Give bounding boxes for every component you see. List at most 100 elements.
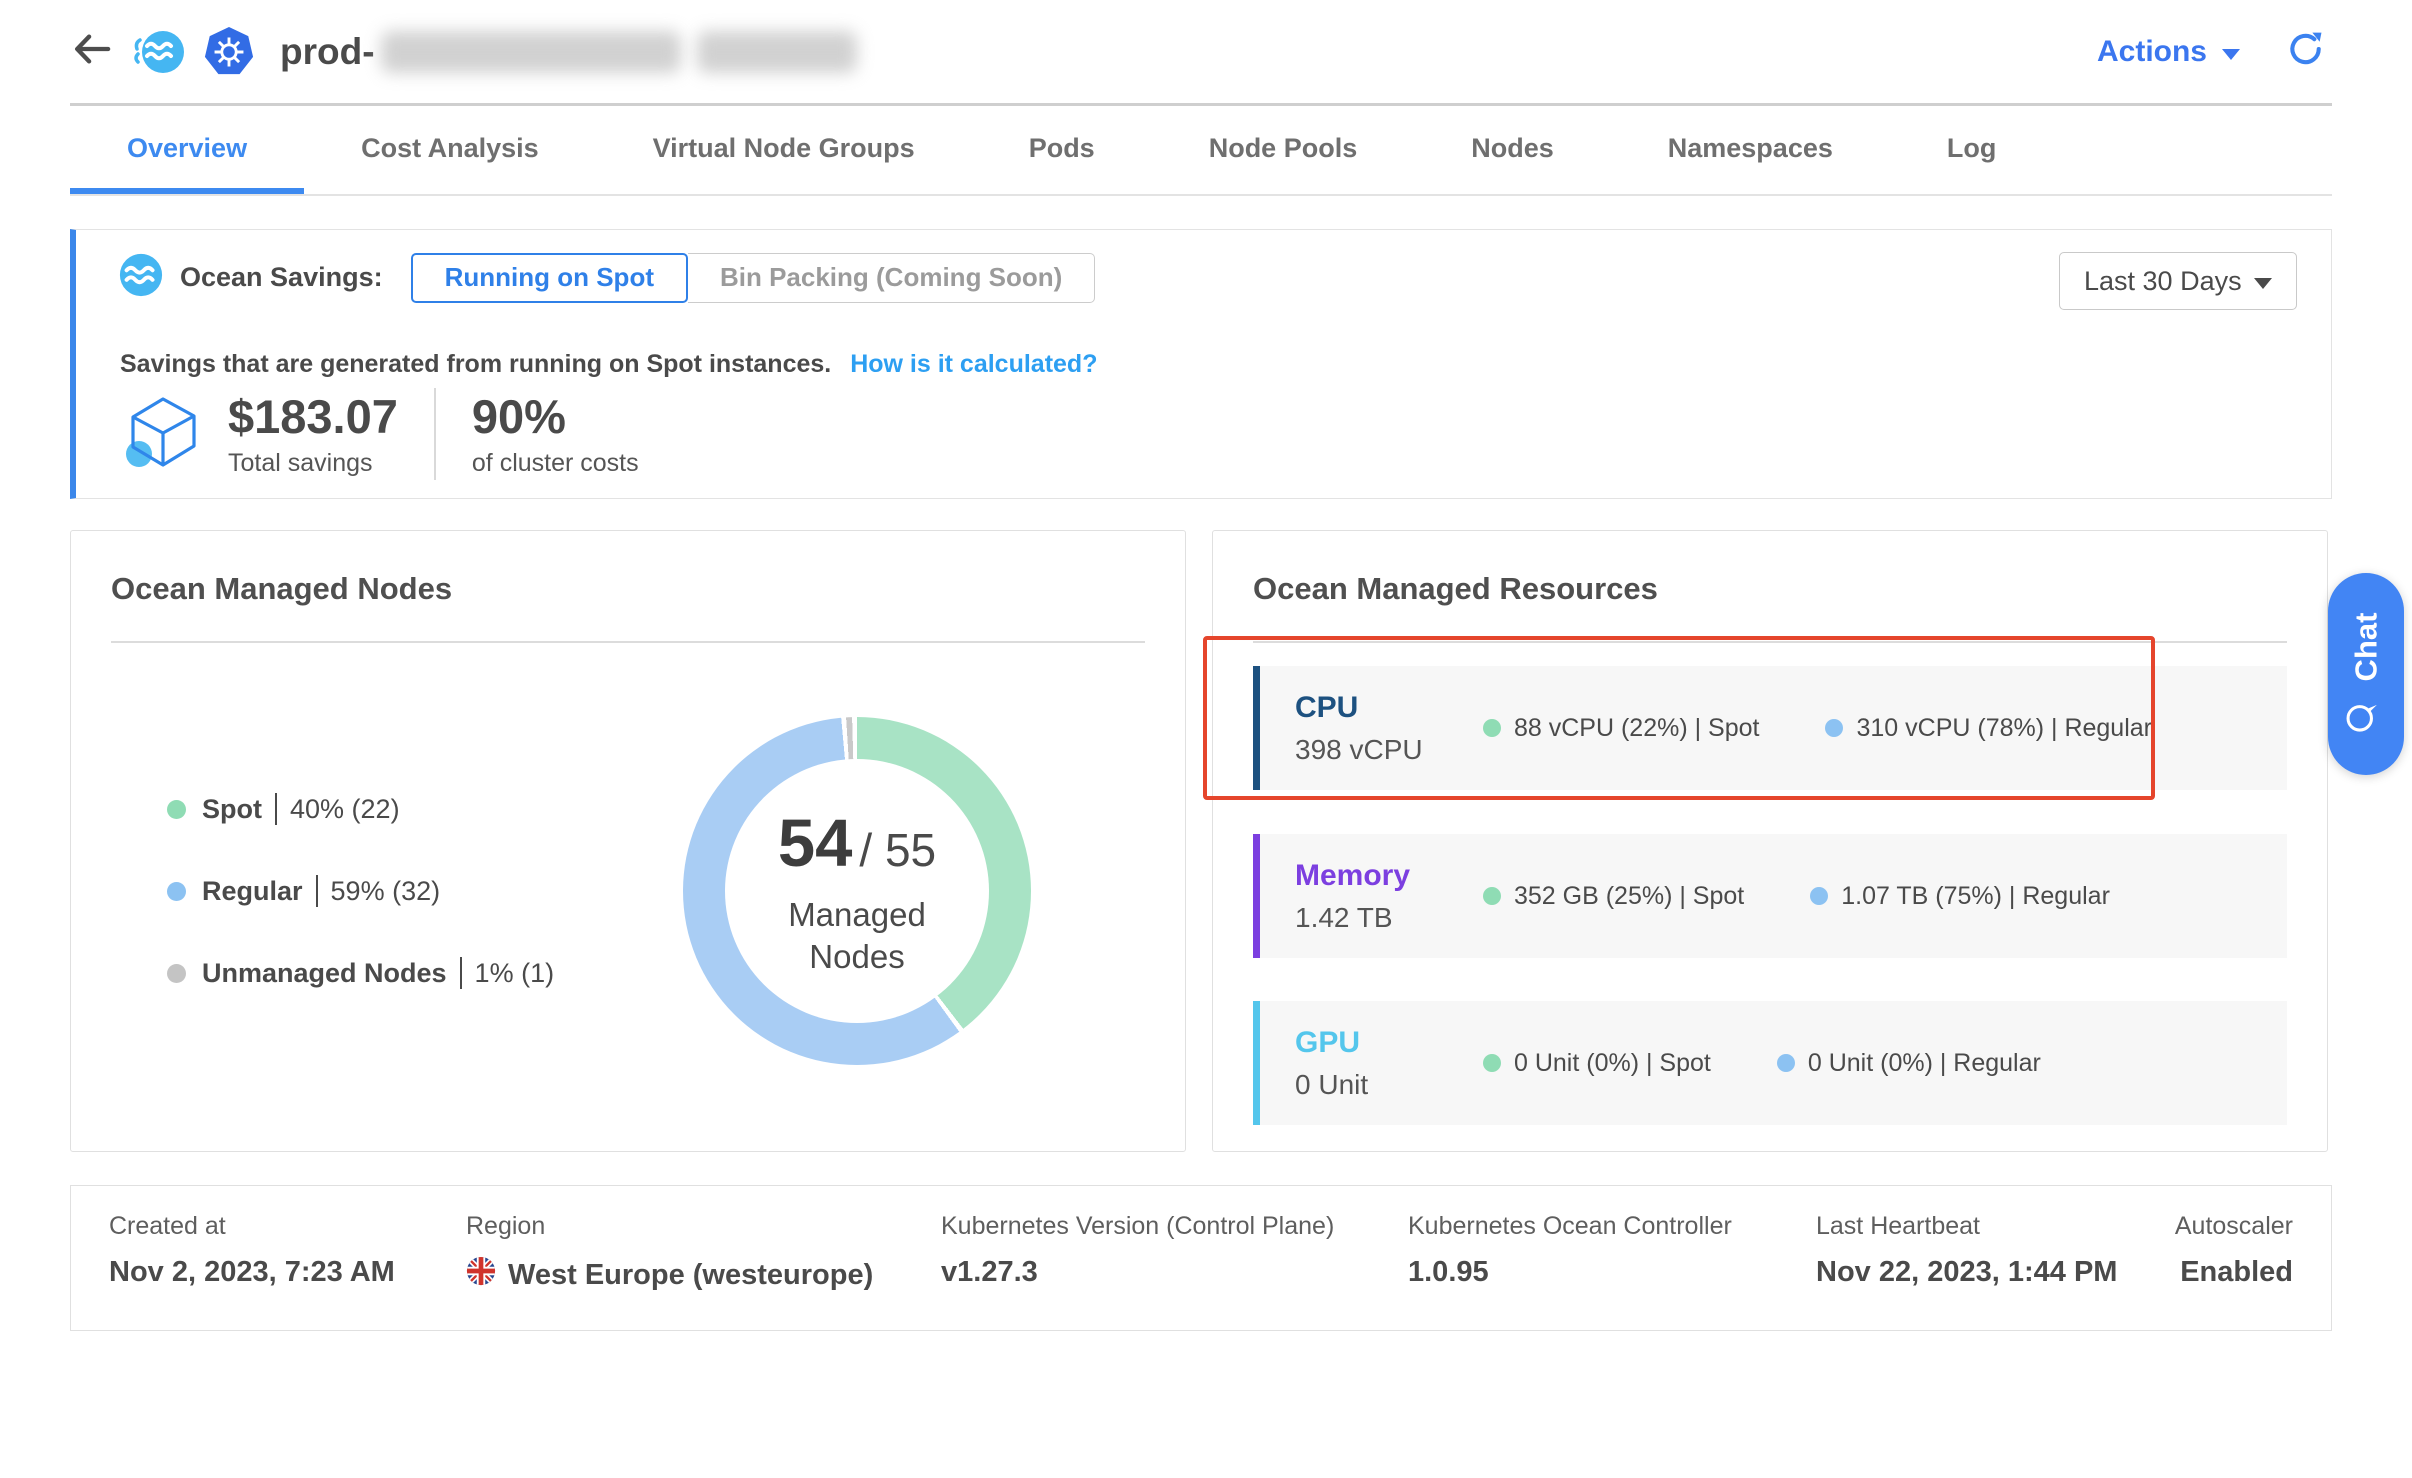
total-savings-value: $183.07 — [228, 390, 398, 444]
legend-separator — [275, 793, 277, 825]
managed-resources-title: Ocean Managed Resources — [1253, 571, 1658, 607]
ocean-savings-label: Ocean Savings: — [180, 262, 383, 293]
created-at-column: Created at Nov 2, 2023, 7:23 AM — [109, 1212, 395, 1289]
legend-separator — [460, 957, 462, 989]
ocean-controller-column: Kubernetes Ocean Controller 1.0.95 — [1408, 1212, 1732, 1289]
total-count: / 55 — [859, 823, 936, 877]
tab-nodes[interactable]: Nodes — [1414, 108, 1611, 194]
actions-button[interactable]: Actions — [2097, 35, 2240, 69]
memory-label: Memory — [1295, 859, 1483, 893]
bin-packing-toggle[interactable]: Bin Packing (Coming Soon) — [688, 253, 1095, 303]
autoscaler-column: Autoscaler Enabled — [2175, 1212, 2293, 1289]
tab-cost-analysis[interactable]: Cost Analysis — [304, 108, 596, 194]
region-text: West Europe (westeurope) — [508, 1259, 873, 1292]
autoscaler-label: Autoscaler — [2175, 1212, 2293, 1241]
savings-cube-icon — [120, 392, 204, 476]
cluster-cost-percent-stat: 90% of cluster costs — [472, 390, 639, 478]
donut-caption: Managed Nodes — [762, 894, 952, 977]
refresh-icon — [2286, 29, 2326, 74]
cpu-spot-stat: 88 vCPU (22%) | Spot — [1483, 714, 1759, 743]
ocean-savings-panel: Ocean Savings: Running on Spot Bin Packi… — [70, 229, 2332, 499]
spot-dot — [1483, 1054, 1501, 1072]
period-dropdown[interactable]: Last 30 Days — [2059, 252, 2297, 310]
divider — [111, 641, 1145, 643]
ocean-managed-nodes-card: Ocean Managed Nodes Spot 40% (22) Regula… — [70, 530, 1186, 1152]
last-heartbeat-value: Nov 22, 2023, 1:44 PM — [1816, 1256, 2117, 1289]
ocean-cluster-overview-page: prod- Actions Overview Cost Analysis Vir… — [0, 0, 2412, 1478]
chat-button[interactable]: Chat — [2328, 573, 2404, 775]
gpu-regular-text: 0 Unit (0%) | Regular — [1808, 1049, 2041, 1078]
last-heartbeat-column: Last Heartbeat Nov 22, 2023, 1:44 PM — [1816, 1212, 2117, 1289]
back-button[interactable] — [70, 30, 112, 73]
created-at-label: Created at — [109, 1212, 395, 1241]
top-bar-actions: Actions — [2097, 29, 2332, 74]
memory-stats: 352 GB (25%) | Spot 1.07 TB (75%) | Regu… — [1483, 882, 2110, 911]
tab-log[interactable]: Log — [1890, 108, 2053, 194]
k8s-version-column: Kubernetes Version (Control Plane) v1.27… — [941, 1212, 1334, 1289]
managed-count: 54 — [778, 805, 853, 882]
cpu-stats: 88 vCPU (22%) | Spot 310 vCPU (78%) | Re… — [1483, 714, 2152, 743]
cluster-cost-percent-value: 90% — [472, 390, 639, 444]
managed-nodes-title: Ocean Managed Nodes — [111, 571, 452, 607]
spot-ocean-logo — [132, 28, 186, 76]
refresh-button[interactable] — [2286, 29, 2326, 74]
tab-virtual-node-groups[interactable]: Virtual Node Groups — [596, 108, 972, 194]
unmanaged-legend-dot — [167, 964, 186, 983]
regular-dot — [1777, 1054, 1795, 1072]
memory-spot-text: 352 GB (25%) | Spot — [1514, 882, 1744, 911]
cpu-accent-bar — [1253, 666, 1260, 790]
cpu-resource-row: CPU 398 vCPU 88 vCPU (22%) | Spot 310 vC… — [1253, 666, 2287, 790]
total-savings-label: Total savings — [228, 449, 398, 478]
managed-nodes-legend: Spot 40% (22) Regular 59% (32) Unmanaged… — [167, 793, 554, 989]
gpu-stats: 0 Unit (0%) | Spot 0 Unit (0%) | Regular — [1483, 1049, 2041, 1078]
ocean-controller-label: Kubernetes Ocean Controller — [1408, 1212, 1732, 1241]
memory-regular-text: 1.07 TB (75%) | Regular — [1841, 882, 2110, 911]
cluster-cost-percent-label: of cluster costs — [472, 449, 639, 478]
spot-dot — [1483, 887, 1501, 905]
region-column: Region West Europe (westeurope) — [466, 1212, 873, 1294]
gpu-resource-row: GPU 0 Unit 0 Unit (0%) | Spot 0 Unit (0%… — [1253, 1001, 2287, 1125]
memory-regular-stat: 1.07 TB (75%) | Regular — [1810, 882, 2110, 911]
tab-node-pools[interactable]: Node Pools — [1152, 108, 1415, 194]
legend-item-regular: Regular 59% (32) — [167, 875, 554, 907]
regular-dot — [1810, 887, 1828, 905]
region-value: West Europe (westeurope) — [466, 1256, 873, 1294]
regular-dot — [1825, 719, 1843, 737]
chat-button-inner: Chat — [2344, 613, 2388, 736]
gpu-accent-bar — [1253, 1001, 1260, 1125]
uk-flag-icon — [466, 1256, 496, 1294]
running-on-spot-toggle[interactable]: Running on Spot — [411, 253, 688, 303]
tab-overview[interactable]: Overview — [70, 108, 304, 194]
spot-legend-dot — [167, 800, 186, 819]
how-calculated-link[interactable]: How is it calculated? — [850, 350, 1097, 378]
gpu-name-block: GPU 0 Unit — [1295, 1026, 1483, 1101]
gpu-spot-stat: 0 Unit (0%) | Spot — [1483, 1049, 1711, 1078]
gpu-regular-stat: 0 Unit (0%) | Regular — [1777, 1049, 2041, 1078]
top-bar: prod- Actions — [70, 0, 2332, 106]
tab-pods[interactable]: Pods — [972, 108, 1152, 194]
tab-bar: Overview Cost Analysis Virtual Node Grou… — [70, 108, 2332, 196]
chat-button-label: Chat — [2348, 613, 2384, 682]
memory-spot-stat: 352 GB (25%) | Spot — [1483, 882, 1744, 911]
savings-stats: $183.07 Total savings 90% of cluster cos… — [120, 388, 639, 480]
legend-value: 1% (1) — [475, 958, 555, 989]
legend-value: 40% (22) — [290, 794, 400, 825]
cpu-regular-text: 310 vCPU (78%) | Regular — [1856, 714, 2152, 743]
divider — [1253, 641, 2287, 643]
legend-label: Regular — [202, 876, 303, 907]
cluster-name-prefix: prod- — [280, 31, 375, 73]
cpu-label: CPU — [1295, 691, 1483, 725]
spot-dot — [1483, 719, 1501, 737]
tab-namespaces[interactable]: Namespaces — [1611, 108, 1890, 194]
autoscaler-value: Enabled — [2175, 1256, 2293, 1289]
legend-separator — [316, 875, 318, 907]
cpu-spot-text: 88 vCPU (22%) | Spot — [1514, 714, 1759, 743]
redacted-text-blob — [697, 31, 857, 73]
donut-center: 54 / 55 Managed Nodes — [725, 759, 989, 1023]
kubernetes-icon — [202, 26, 256, 78]
redacted-text-blob — [381, 31, 681, 73]
cpu-regular-stat: 310 vCPU (78%) | Regular — [1825, 714, 2152, 743]
cpu-name-block: CPU 398 vCPU — [1295, 691, 1483, 766]
back-arrow-icon — [70, 30, 112, 73]
region-label: Region — [466, 1212, 873, 1241]
